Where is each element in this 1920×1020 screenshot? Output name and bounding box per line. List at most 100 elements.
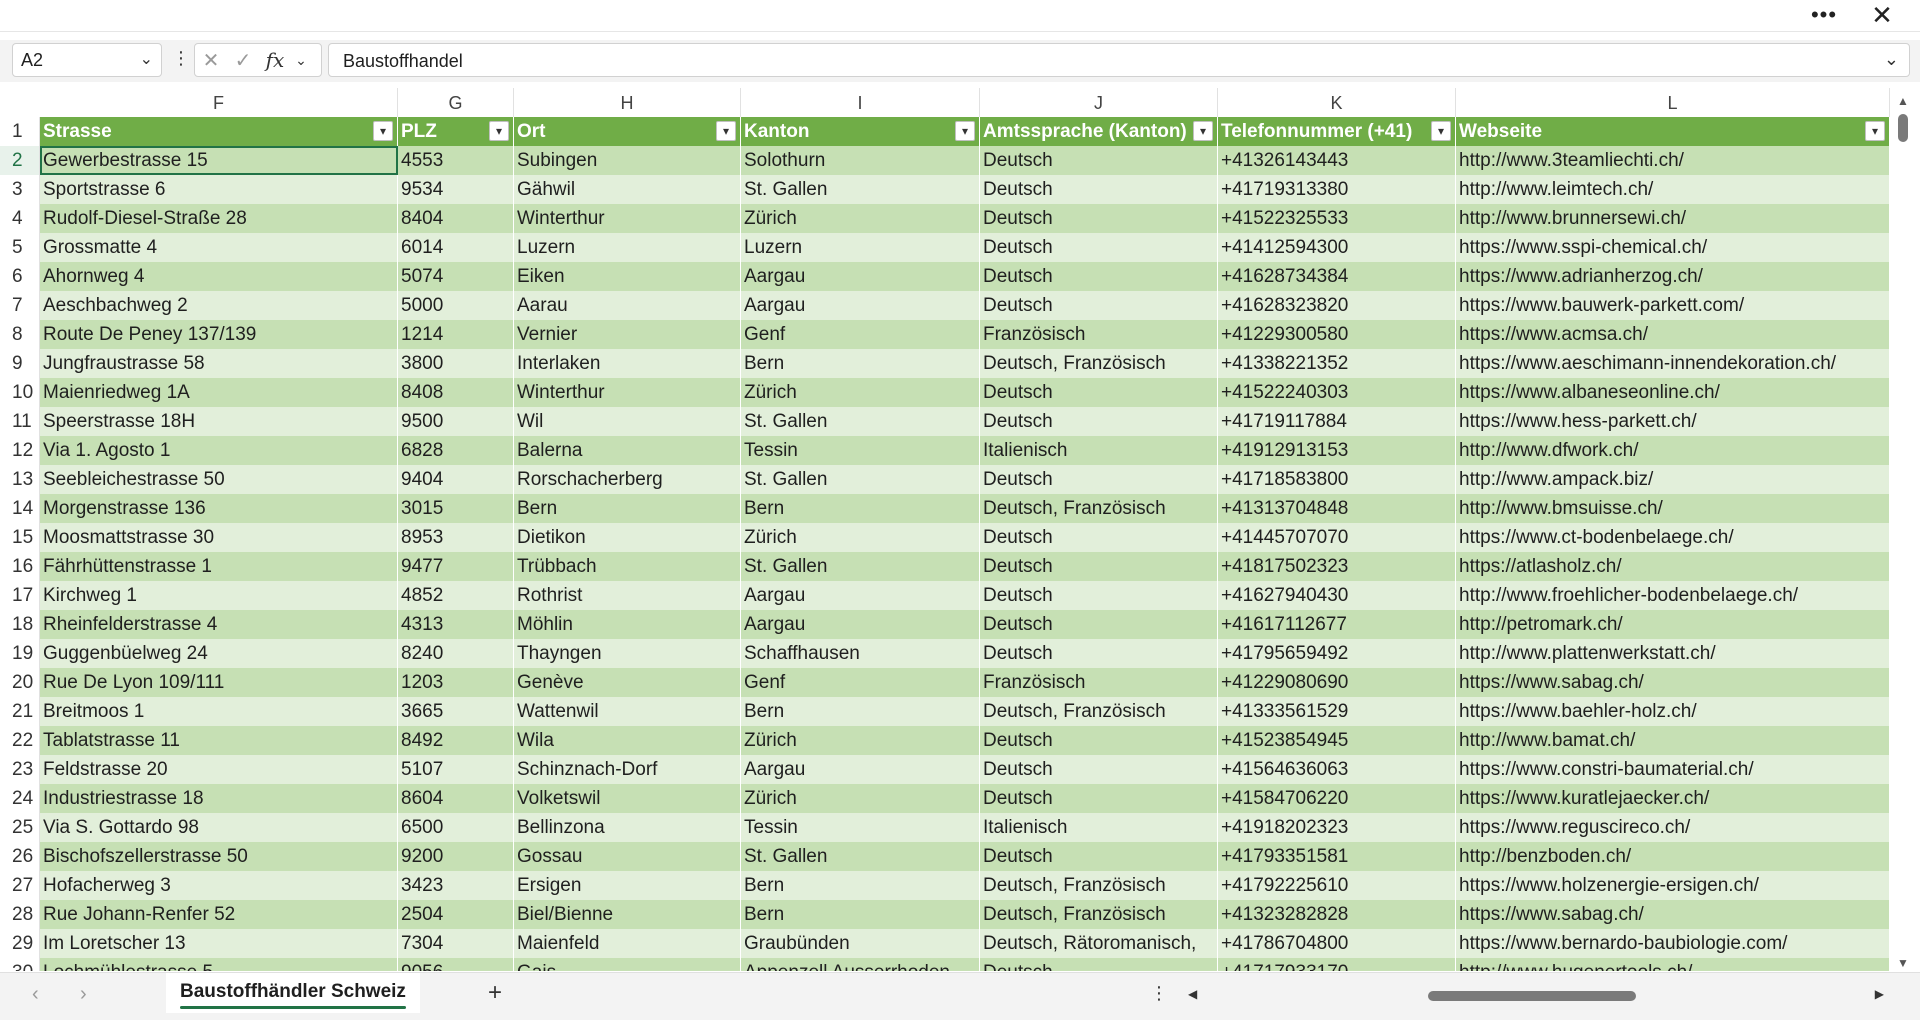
chevron-down-icon[interactable]: ⌄	[140, 49, 153, 69]
chevron-down-icon[interactable]: ⌄	[291, 52, 311, 69]
table-cell[interactable]: https://www.baehler-holz.ch/	[1456, 697, 1890, 726]
table-cell[interactable]: 1203	[398, 668, 514, 697]
horizontal-scrollbar[interactable]: ◀ ▶	[1184, 985, 1884, 1007]
table-cell[interactable]: Bern	[741, 697, 980, 726]
table-cell[interactable]: Deutsch	[980, 407, 1218, 436]
table-cell[interactable]: Deutsch, Französisch	[980, 900, 1218, 929]
table-cell[interactable]: 3423	[398, 871, 514, 900]
spreadsheet-grid[interactable]: FGHIJKL 1 Strasse ▾ PLZ ▾ Ort ▾ Kanton ▾ Amtsspra…	[0, 88, 1890, 971]
table-cell[interactable]: St. Gallen	[741, 842, 980, 871]
table-cell[interactable]: Winterthur	[514, 378, 741, 407]
table-cell[interactable]: +41795659492	[1218, 639, 1456, 668]
table-cell[interactable]: Bern	[514, 494, 741, 523]
table-cell[interactable]: Tablatstrasse 11	[40, 726, 398, 755]
table-cell[interactable]: https://www.aeschimann-innendekoration.c…	[1456, 349, 1890, 378]
table-cell[interactable]: Grossmatte 4	[40, 233, 398, 262]
table-cell[interactable]: Vernier	[514, 320, 741, 349]
table-cell[interactable]: Subingen	[514, 146, 741, 175]
table-cell[interactable]: http://www.plattenwerkstatt.ch/	[1456, 639, 1890, 668]
table-cell[interactable]: http://www.leimtech.ch/	[1456, 175, 1890, 204]
table-cell[interactable]: Trübbach	[514, 552, 741, 581]
table-cell[interactable]: 5000	[398, 291, 514, 320]
table-cell[interactable]: https://www.adrianherzog.ch/	[1456, 262, 1890, 291]
table-cell[interactable]: Deutsch	[980, 639, 1218, 668]
table-cell[interactable]: http://www.3teamliechti.ch/	[1456, 146, 1890, 175]
filter-dropdown-icon[interactable]: ▾	[955, 121, 975, 141]
table-cell[interactable]: 6500	[398, 813, 514, 842]
table-cell[interactable]: 3665	[398, 697, 514, 726]
table-cell[interactable]: Deutsch	[980, 291, 1218, 320]
table-cell[interactable]: Schinznach-Dorf	[514, 755, 741, 784]
table-cell[interactable]: Deutsch	[980, 842, 1218, 871]
table-cell[interactable]: +41628734384	[1218, 262, 1456, 291]
table-cell[interactable]: http://www.ampack.biz/	[1456, 465, 1890, 494]
table-cell[interactable]: https://www.sabag.ch/	[1456, 668, 1890, 697]
table-cell[interactable]: http://petromark.ch/	[1456, 610, 1890, 639]
table-cell[interactable]: +41522325533	[1218, 204, 1456, 233]
row-number[interactable]: 7	[0, 291, 40, 320]
row-number[interactable]: 12	[0, 436, 40, 465]
row-number[interactable]: 26	[0, 842, 40, 871]
table-cell[interactable]: Deutsch, Französisch	[980, 494, 1218, 523]
table-cell[interactable]: Rheinfelderstrasse 4	[40, 610, 398, 639]
table-cell[interactable]: http://www.brunnersewi.ch/	[1456, 204, 1890, 233]
column-header-f[interactable]: F	[40, 88, 398, 117]
table-cell[interactable]: Zürich	[741, 523, 980, 552]
row-number[interactable]: 21	[0, 697, 40, 726]
column-header-h[interactable]: H	[514, 88, 741, 117]
row-number[interactable]: 20	[0, 668, 40, 697]
more-vertical-icon[interactable]: ⋮	[172, 48, 190, 69]
table-cell[interactable]: +41719313380	[1218, 175, 1456, 204]
table-cell[interactable]: +41717933170	[1218, 958, 1456, 971]
table-cell[interactable]: https://www.kuratlejaecker.ch/	[1456, 784, 1890, 813]
vertical-scrollbar[interactable]: ▲ ▼	[1894, 90, 1912, 970]
table-cell[interactable]: Zürich	[741, 784, 980, 813]
column-header-i[interactable]: I	[741, 88, 980, 117]
table-cell[interactable]: Italienisch	[980, 436, 1218, 465]
filter-dropdown-icon[interactable]: ▾	[489, 121, 509, 141]
table-cell[interactable]: 8953	[398, 523, 514, 552]
add-sheet-button[interactable]: +	[488, 979, 502, 1007]
table-cell[interactable]: Genève	[514, 668, 741, 697]
table-cell[interactable]: Deutsch	[980, 958, 1218, 971]
table-cell[interactable]: +41313704848	[1218, 494, 1456, 523]
table-cell[interactable]: https://www.holzenergie-ersigen.ch/	[1456, 871, 1890, 900]
table-cell[interactable]: Hofacherweg 3	[40, 871, 398, 900]
table-cell[interactable]: +41333561529	[1218, 697, 1456, 726]
table-cell[interactable]: 8604	[398, 784, 514, 813]
filter-dropdown-icon[interactable]: ▾	[373, 121, 393, 141]
table-cell[interactable]: +41326143443	[1218, 146, 1456, 175]
column-header-g[interactable]: G	[398, 88, 514, 117]
header-cell[interactable]: Kanton ▾	[741, 117, 980, 146]
table-cell[interactable]: Balerna	[514, 436, 741, 465]
filter-dropdown-icon[interactable]: ▾	[1431, 121, 1451, 141]
expand-formula-icon[interactable]: ⌄	[1884, 49, 1899, 70]
header-cell[interactable]: Ort ▾	[514, 117, 741, 146]
filter-dropdown-icon[interactable]: ▾	[1193, 121, 1213, 141]
table-cell[interactable]: 7304	[398, 929, 514, 958]
row-number[interactable]: 30	[0, 958, 40, 971]
table-cell[interactable]: +41412594300	[1218, 233, 1456, 262]
table-cell[interactable]: Deutsch	[980, 755, 1218, 784]
table-cell[interactable]: Appenzell Ausserrhoden	[741, 958, 980, 971]
table-cell[interactable]: Deutsch	[980, 523, 1218, 552]
table-cell[interactable]: https://www.acmsa.ch/	[1456, 320, 1890, 349]
table-cell[interactable]: +41522240303	[1218, 378, 1456, 407]
table-cell[interactable]: Speerstrasse 18H	[40, 407, 398, 436]
table-cell[interactable]: Genf	[741, 668, 980, 697]
table-cell[interactable]: Bern	[741, 494, 980, 523]
table-cell[interactable]: Bern	[741, 900, 980, 929]
table-cell[interactable]: Gossau	[514, 842, 741, 871]
table-cell[interactable]: +41229300580	[1218, 320, 1456, 349]
table-cell[interactable]: Rorschacherberg	[514, 465, 741, 494]
table-cell[interactable]: Eiken	[514, 262, 741, 291]
row-number[interactable]: 13	[0, 465, 40, 494]
table-cell[interactable]: +41229080690	[1218, 668, 1456, 697]
select-all-corner[interactable]	[0, 88, 40, 117]
header-cell[interactable]: Webseite ▾	[1456, 117, 1890, 146]
table-cell[interactable]: 5074	[398, 262, 514, 291]
table-cell[interactable]: 9404	[398, 465, 514, 494]
table-cell[interactable]: Biel/Bienne	[514, 900, 741, 929]
table-cell[interactable]: +41584706220	[1218, 784, 1456, 813]
table-cell[interactable]: Aeschbachweg 2	[40, 291, 398, 320]
